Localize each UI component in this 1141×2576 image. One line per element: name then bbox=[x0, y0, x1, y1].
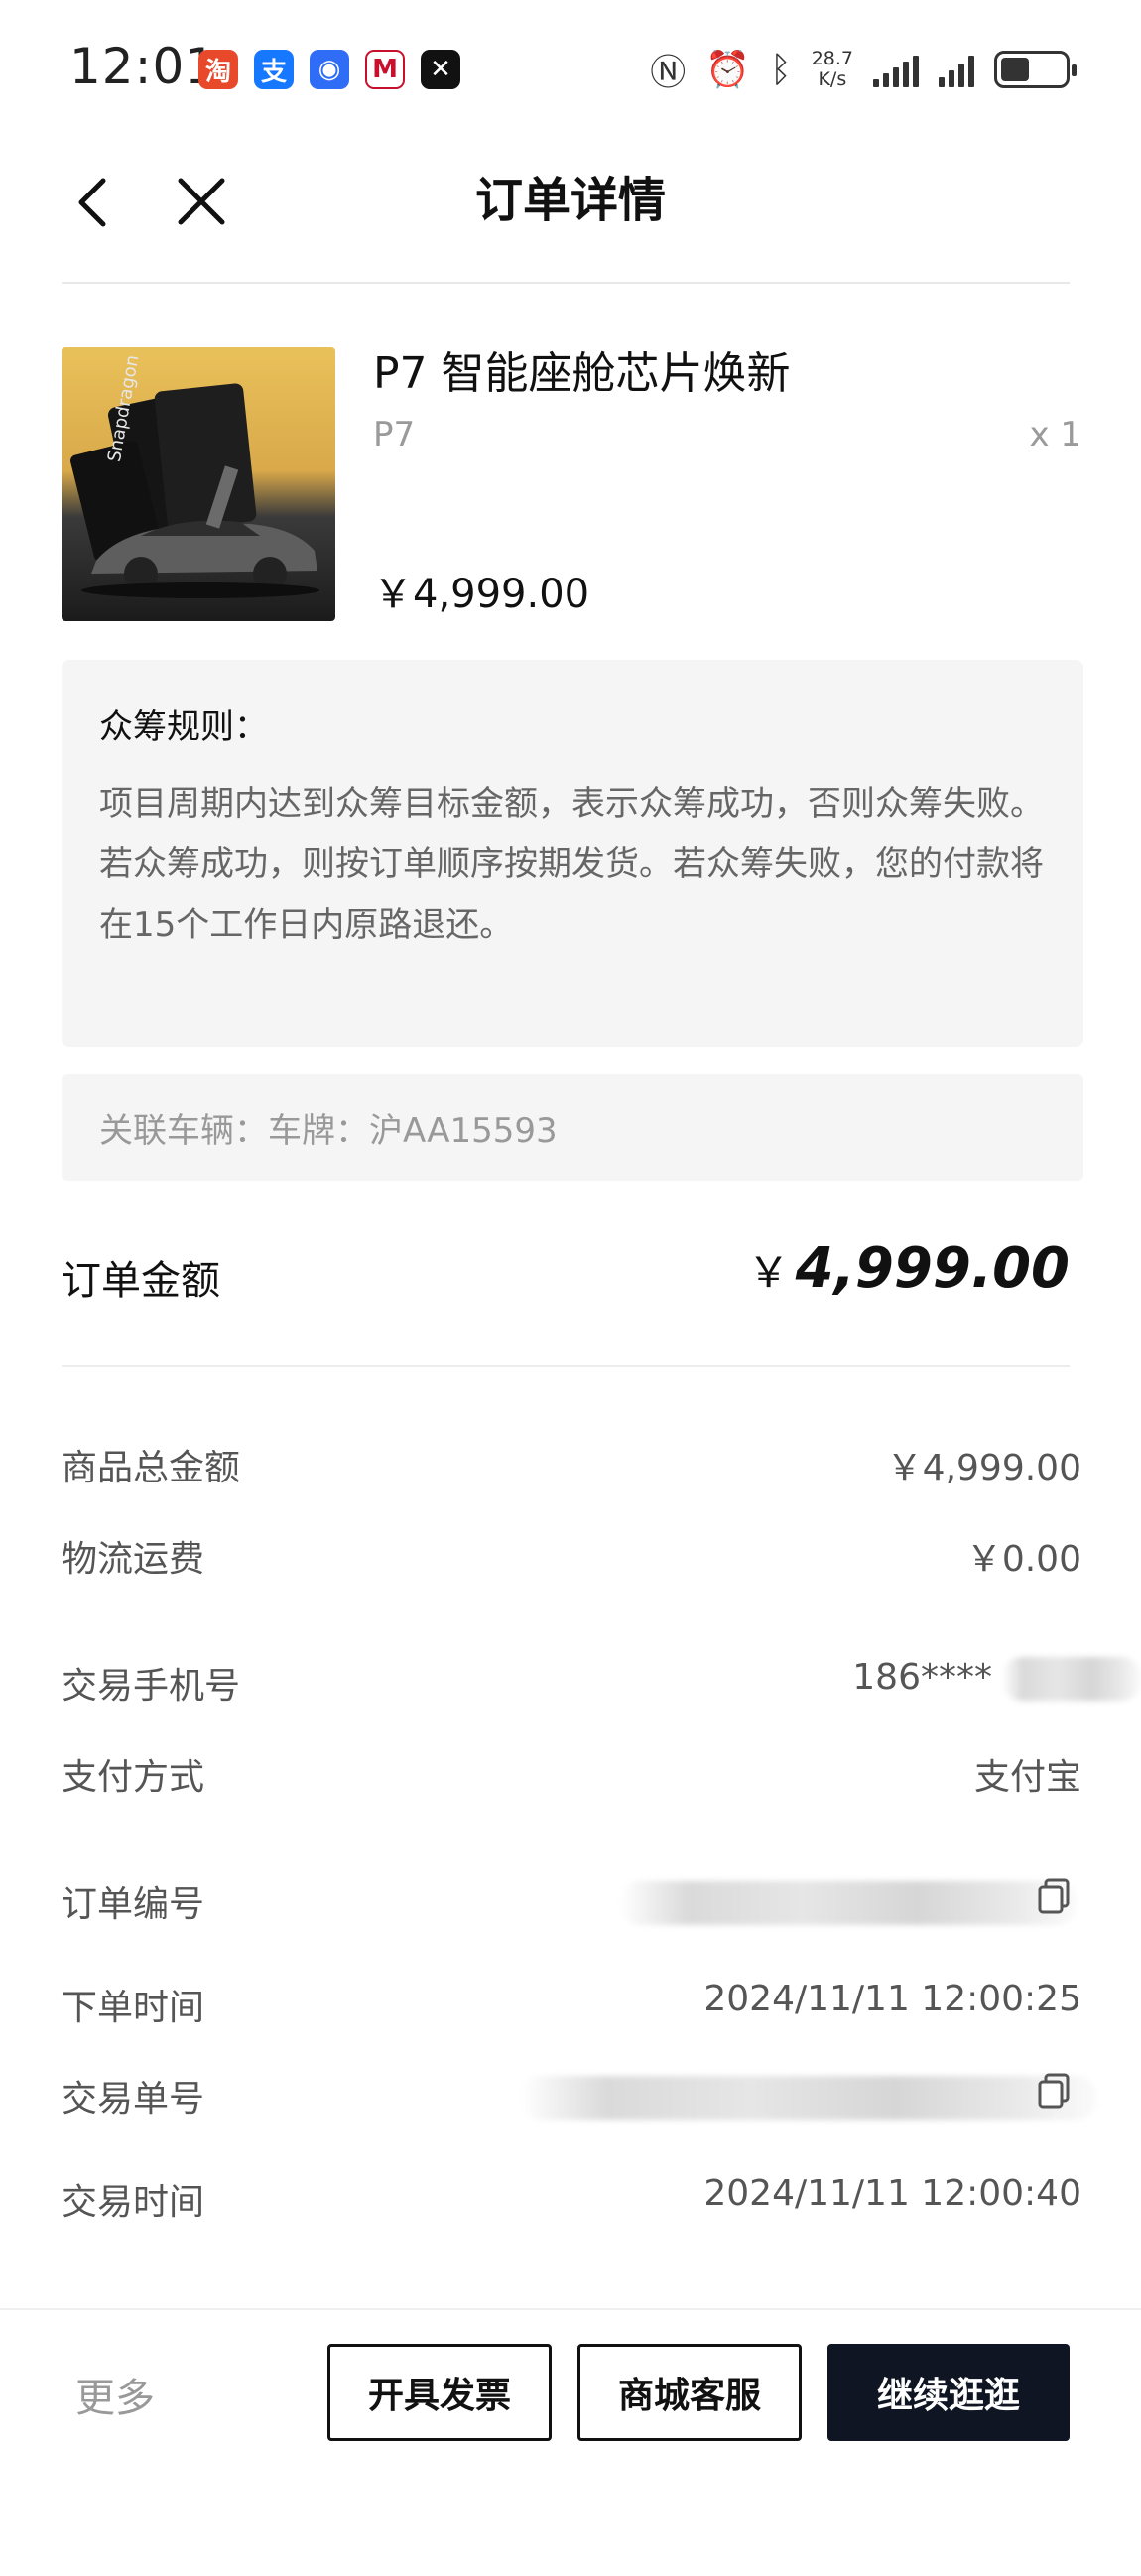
signal-2-icon bbox=[939, 52, 974, 87]
navigation-bar: 订单详情 bbox=[0, 139, 1141, 283]
product-name[interactable]: P7 智能座舱芯片焕新 bbox=[373, 337, 791, 401]
taobao-app-icon: 淘 bbox=[198, 50, 238, 89]
trade-number-redacted bbox=[521, 2076, 1096, 2120]
product-variant: P7 bbox=[373, 415, 416, 454]
network-speed: 28.7 K/s bbox=[812, 49, 853, 90]
page-title: 订单详情 bbox=[474, 173, 666, 228]
product-price: ￥4,999.00 bbox=[373, 572, 590, 617]
linked-vehicle-box: 关联车辆：车牌：沪AA15593 bbox=[62, 1074, 1083, 1181]
goods-total-value: ￥4,999.00 bbox=[886, 1448, 1081, 1488]
snapdragon-car-illustration: Snapdragon bbox=[70, 353, 319, 598]
cmb-app-icon: M bbox=[365, 50, 405, 89]
nfc-icon: Ⓝ bbox=[650, 53, 687, 93]
rules-line-2: 若众筹成功，则按订单顺序按期发货。若众筹失败，您的付款将在15个工作日内原路退还… bbox=[99, 844, 1044, 945]
order-time-value: 2024/11/11 12:00:25 bbox=[703, 1979, 1081, 2019]
status-bar: 12:01 淘 支 ◉ M ✕ Ⓝ ⏰ ᛒ 28.7 K/s bbox=[0, 0, 1141, 139]
battery-icon bbox=[994, 51, 1077, 88]
signal-1-icon bbox=[873, 52, 919, 87]
continue-shopping-button[interactable]: 继续逛逛 bbox=[827, 2344, 1070, 2441]
alipay-app-icon: 支 bbox=[254, 50, 294, 89]
alarm-icon: ⏰ bbox=[705, 50, 751, 90]
amount-divider bbox=[62, 1365, 1070, 1367]
trade-phone-label: 交易手机号 bbox=[62, 1666, 241, 1707]
bottom-bar-divider bbox=[0, 2308, 1141, 2310]
copy-order-number-icon[interactable] bbox=[1037, 1877, 1071, 1915]
net-speed-unit: K/s bbox=[818, 68, 847, 90]
shipping-fee-value: ￥0.00 bbox=[965, 1539, 1081, 1580]
payment-method-label: 支付方式 bbox=[62, 1757, 205, 1798]
crowdfunding-rules-box: 众筹规则： 项目周期内达到众筹目标金额，表示众筹成功，否则众筹失败。 若众筹成功… bbox=[62, 660, 1083, 1047]
payment-method-value: 支付宝 bbox=[973, 1757, 1081, 1798]
product-quantity: x 1 bbox=[1029, 415, 1081, 454]
issue-invoice-button[interactable]: 开具发票 bbox=[327, 2344, 552, 2441]
nav-divider bbox=[62, 282, 1070, 284]
trade-number-label: 交易单号 bbox=[62, 2079, 205, 2120]
status-time: 12:01 bbox=[69, 38, 218, 95]
capcut-app-icon: ✕ bbox=[421, 50, 460, 89]
product-image[interactable]: Snapdragon bbox=[62, 347, 335, 621]
net-speed-value: 28.7 bbox=[811, 48, 853, 69]
notification-app-icons: 淘 支 ◉ M ✕ bbox=[198, 50, 460, 89]
amount-number: 4,999.00 bbox=[795, 1236, 1070, 1301]
order-number-label: 订单编号 bbox=[62, 1884, 205, 1925]
bluetooth-icon: ᛒ bbox=[770, 49, 792, 90]
trade-time-label: 交易时间 bbox=[62, 2182, 205, 2223]
trade-time-value: 2024/11/11 12:00:40 bbox=[703, 2173, 1081, 2214]
rules-title: 众筹规则： bbox=[99, 708, 268, 747]
blue-app-icon: ◉ bbox=[310, 50, 349, 89]
rules-line-1: 项目周期内达到众筹目标金额，表示众筹成功，否则众筹失败。 bbox=[99, 784, 1044, 824]
trade-phone-value: 186**** bbox=[852, 1657, 992, 1698]
amount-currency: ￥ bbox=[747, 1248, 790, 1297]
linked-vehicle-text: 关联车辆：车牌：沪AA15593 bbox=[99, 1110, 558, 1151]
order-number-redacted bbox=[620, 1881, 1077, 1925]
order-time-label: 下单时间 bbox=[62, 1988, 205, 2028]
order-amount-value: ￥ 4,999.00 bbox=[748, 1236, 1070, 1301]
order-amount-label: 订单金额 bbox=[62, 1258, 220, 1304]
goods-total-label: 商品总金额 bbox=[62, 1448, 241, 1488]
customer-service-button[interactable]: 商城客服 bbox=[577, 2344, 802, 2441]
status-indicators: Ⓝ ⏰ ᛒ 28.7 K/s bbox=[650, 44, 1077, 95]
shipping-fee-label: 物流运费 bbox=[62, 1539, 205, 1580]
phone-redaction bbox=[1002, 1657, 1141, 1701]
copy-trade-number-icon[interactable] bbox=[1037, 2072, 1071, 2110]
more-button[interactable]: 更多 bbox=[75, 2366, 155, 2423]
